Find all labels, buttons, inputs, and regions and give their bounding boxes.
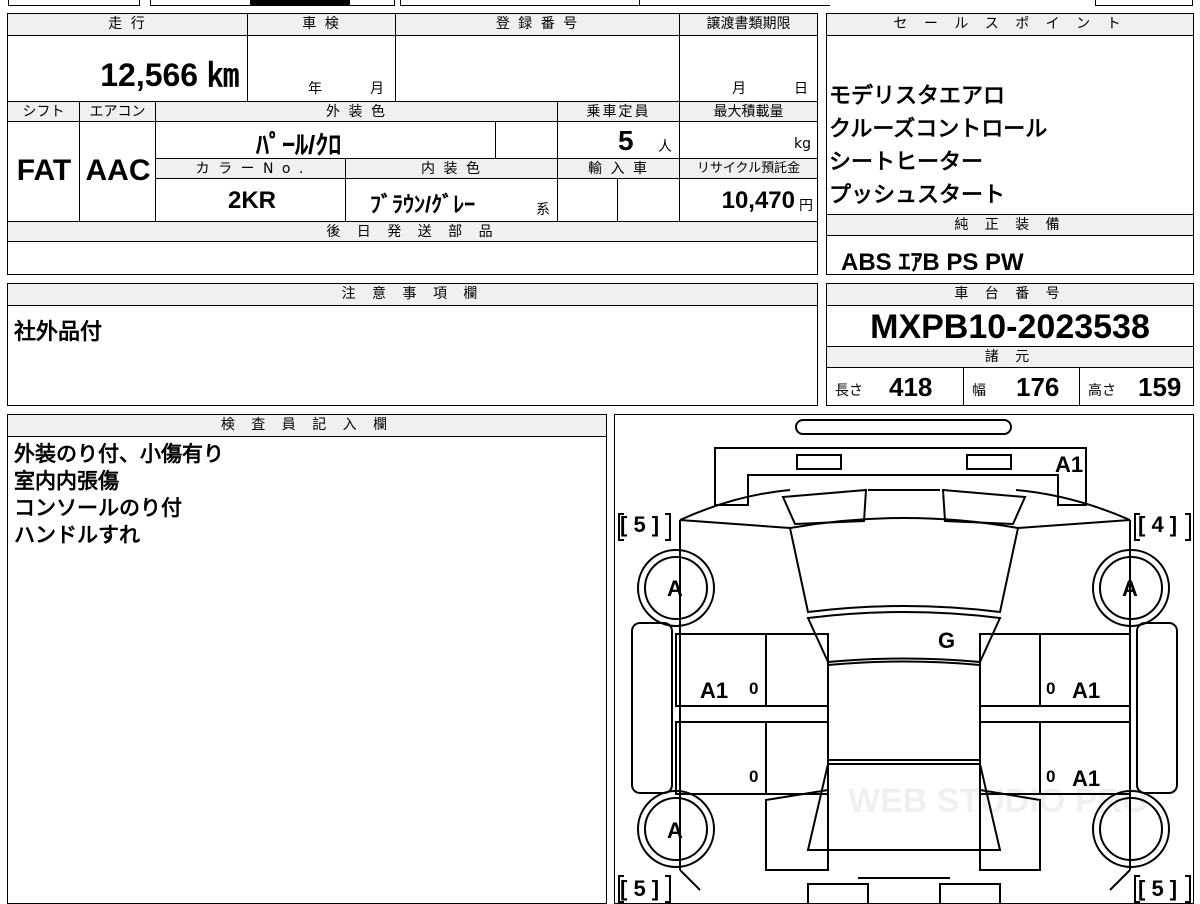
interior-color-cell: ﾌﾞﾗｳﾝ/ｸﾞﾚｰ 系 bbox=[346, 179, 558, 222]
capacity-value-cell: 5 人 bbox=[558, 122, 680, 159]
inspector-box: 検 査 員 記 入 欄 外装のり付、小傷有り 室内内張傷 コンソールのり付 ハン… bbox=[7, 414, 607, 904]
spec-height-cell: 高さ 159 bbox=[1080, 368, 1193, 405]
notes-label: 注 意 事 項 欄 bbox=[8, 284, 817, 306]
top-cut-strip bbox=[0, 0, 1200, 8]
color-number-value: 2KR bbox=[228, 187, 277, 214]
zero-mark: 0 bbox=[749, 767, 758, 786]
later-parts-value-cell bbox=[8, 242, 817, 274]
spec-height-label: 高さ bbox=[1088, 383, 1116, 399]
import-cell-a bbox=[558, 179, 618, 222]
inspector-line: コンソールのり付 bbox=[14, 496, 182, 520]
exterior-color-cell: ﾊﾟｰﾙ/ｸﾛ bbox=[156, 122, 496, 160]
inspection-year: 年 bbox=[308, 81, 322, 97]
shift-label: シフト bbox=[8, 102, 80, 122]
chassis-label: 車 台 番 号 bbox=[827, 284, 1193, 306]
max-load-unit: kg bbox=[794, 136, 811, 152]
spec-length-cell: 長さ 418 bbox=[827, 368, 964, 405]
ac-label: エアコン bbox=[80, 102, 156, 122]
recycle-fee-label: リサイクル預託金 bbox=[680, 159, 817, 179]
chassis-number: MXPB10-2023538 bbox=[870, 308, 1150, 346]
inspector-line: 室内内張傷 bbox=[14, 469, 119, 493]
spec-width-cell: 幅 176 bbox=[964, 368, 1080, 405]
mileage-label: 走 行 bbox=[8, 14, 248, 36]
standard-equipment-label: 純 正 装 備 bbox=[827, 214, 1193, 236]
transfer-value-cell: 月 日 bbox=[680, 36, 817, 102]
ac-value-cell: AAC bbox=[80, 122, 156, 222]
front-bumper-mark: A1 bbox=[1055, 452, 1083, 477]
specs-label: 諸 元 bbox=[827, 346, 1193, 368]
sales-point-item: モデリスタエアロ bbox=[829, 84, 1006, 109]
mileage-value-cell: 12,566 ㎞ bbox=[8, 36, 248, 102]
tire-rear-right: [ 5 ] bbox=[1138, 876, 1177, 901]
standard-equipment-value: ABS ｴｱB PS PW bbox=[841, 249, 1024, 276]
vehicle-info-table: 走 行 車 検 登 録 番 号 譲渡書類期限 12,566 ㎞ 年 月 月 日 … bbox=[7, 13, 818, 275]
door-front-right-mark: A1 bbox=[1072, 678, 1100, 703]
tire-front-left: [ 5 ] bbox=[620, 512, 659, 537]
spec-height-value: 159 bbox=[1138, 372, 1182, 402]
zero-mark: 0 bbox=[1046, 679, 1055, 698]
spec-width-value: 176 bbox=[1016, 372, 1060, 402]
recycle-fee-value: 10,470 bbox=[721, 187, 795, 214]
transfer-deadline-label: 譲渡書類期限 bbox=[680, 14, 817, 36]
ac-value: AAC bbox=[85, 154, 151, 187]
sales-point-item: クルーズコントロール bbox=[829, 117, 1048, 142]
sales-point-item: プッシュスタート bbox=[829, 183, 1006, 208]
wheel-front-right-mark: A bbox=[1122, 576, 1138, 601]
notes-text: 社外品付 bbox=[14, 320, 103, 345]
color-number-cell: 2KR bbox=[156, 179, 346, 222]
recycle-fee-cell: 10,470 円 bbox=[680, 179, 817, 222]
inspector-label: 検 査 員 記 入 欄 bbox=[8, 415, 606, 437]
recycle-fee-unit: 円 bbox=[799, 198, 813, 214]
wheel-rear-left-mark: A bbox=[667, 818, 683, 843]
tire-front-right: [ 4 ] bbox=[1138, 512, 1177, 537]
registration-label: 登 録 番 号 bbox=[396, 14, 680, 36]
mileage-value: 12,566 ㎞ bbox=[100, 57, 239, 93]
sales-point-item: シートヒーター bbox=[829, 150, 984, 175]
inspection-month: 月 bbox=[370, 81, 384, 97]
transfer-day: 日 bbox=[794, 81, 808, 97]
registration-value-cell bbox=[396, 36, 680, 102]
vehicle-diagram: A1 [ 5 ] [ 4 ] [ 5 ] [ 5 ] A A A G A1 A1… bbox=[618, 419, 1191, 903]
door-front-left-mark: A1 bbox=[700, 678, 728, 703]
exterior-color-label: 外 装 色 bbox=[156, 102, 558, 122]
windshield-mark: G bbox=[938, 628, 955, 653]
exterior-color-value: ﾊﾟｰﾙ/ｸﾛ bbox=[256, 130, 342, 160]
interior-color-label: 内 装 色 bbox=[346, 159, 558, 179]
later-parts-label: 後 日 発 送 部 品 bbox=[8, 222, 817, 242]
inspection-value-cell: 年 月 bbox=[248, 36, 396, 102]
inspector-line: ハンドルすれ bbox=[14, 523, 140, 547]
inspection-label: 車 検 bbox=[248, 14, 396, 36]
sales-points-list: モデリスタエアロ クルーズコントロール シートヒーター プッシュスタート bbox=[829, 80, 1189, 212]
wheel-front-left-mark: A bbox=[667, 576, 683, 601]
color-number-label: カ ラ ー N o . bbox=[156, 159, 346, 179]
spec-length-value: 418 bbox=[889, 372, 933, 402]
inspector-line: 外装のり付、小傷有り bbox=[14, 442, 224, 466]
max-load-value-cell: kg bbox=[680, 122, 817, 159]
chassis-box: 車 台 番 号 MXPB10-2023538 諸 元 長さ 418 幅 176 … bbox=[826, 283, 1194, 406]
exterior-color-extra-cell bbox=[496, 122, 558, 159]
transfer-month: 月 bbox=[732, 81, 746, 97]
capacity-unit: 人 bbox=[658, 139, 672, 155]
import-cell-b bbox=[618, 179, 680, 222]
sales-points-label: セ ー ル ス ポ イ ン ト bbox=[827, 14, 1193, 36]
max-load-label: 最大積載量 bbox=[680, 102, 817, 122]
capacity-label: 乗車定員 bbox=[558, 102, 680, 122]
import-label: 輸 入 車 bbox=[558, 159, 680, 179]
interior-color-value: ﾌﾞﾗｳﾝ/ｸﾞﾚｰ bbox=[370, 192, 476, 217]
notes-box: 注 意 事 項 欄 社外品付 bbox=[7, 283, 818, 406]
spec-width-label: 幅 bbox=[972, 383, 986, 399]
zero-mark: 0 bbox=[749, 679, 758, 698]
watermark: WEB STUDIO PRO bbox=[848, 782, 1148, 820]
shift-value-cell: FAT bbox=[8, 122, 80, 222]
sales-points-box: セ ー ル ス ポ イ ン ト モデリスタエアロ クルーズコントロール シートヒ… bbox=[826, 13, 1194, 276]
damage-diagram-box: A1 [ 5 ] [ 4 ] [ 5 ] [ 5 ] A A A G A1 A1… bbox=[614, 414, 1194, 904]
spec-length-label: 長さ bbox=[835, 383, 863, 399]
interior-color-suffix: 系 bbox=[536, 202, 550, 218]
inspector-lines: 外装のり付、小傷有り 室内内張傷 コンソールのり付 ハンドルすれ bbox=[14, 441, 224, 549]
capacity-value: 5 bbox=[618, 125, 634, 156]
tire-rear-left: [ 5 ] bbox=[620, 876, 659, 901]
shift-value: FAT bbox=[16, 154, 72, 187]
